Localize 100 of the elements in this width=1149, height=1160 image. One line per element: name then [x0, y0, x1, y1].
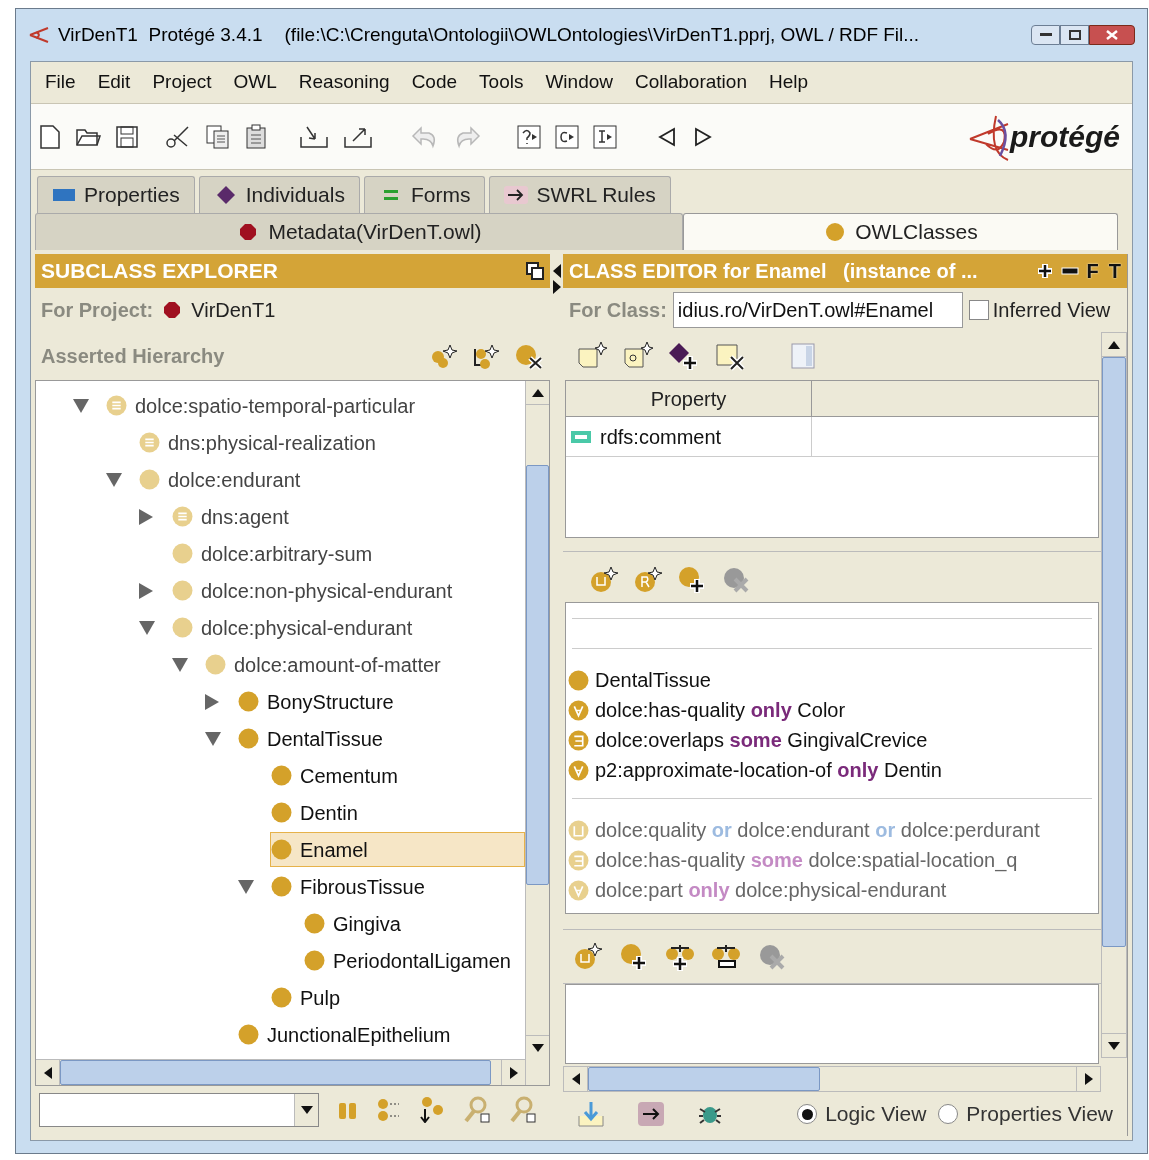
tree-item[interactable]: Dentin — [270, 795, 525, 830]
window-copy-icon[interactable] — [526, 262, 544, 280]
condition-expression[interactable]: dolce:overlaps some GingivalCrevice — [595, 725, 928, 755]
tree-item[interactable]: dolce:endurant — [138, 462, 525, 497]
menu-item[interactable]: OWL — [225, 68, 285, 97]
search-combo-box[interactable] — [39, 1093, 319, 1127]
add-union-icon[interactable] — [589, 566, 619, 594]
menu-item[interactable]: Project — [144, 68, 220, 97]
tree-item[interactable]: Enamel — [270, 832, 525, 867]
tree-item[interactable]: dns:agent — [171, 499, 525, 534]
add-individual-icon[interactable] — [669, 341, 699, 371]
key-icon[interactable] — [509, 1096, 537, 1124]
add-document-icon[interactable] — [623, 341, 653, 371]
tree-item[interactable]: Pulp — [270, 980, 525, 1015]
header-button[interactable]: T — [1108, 256, 1121, 286]
menu-item[interactable]: Collaboration — [627, 68, 755, 97]
tab[interactable]: Properties — [37, 176, 195, 213]
logo-text: protégé — [1010, 119, 1120, 155]
forward-arrow-icon[interactable] — [693, 126, 713, 147]
collapsed-triangle-icon[interactable] — [204, 692, 220, 711]
menu-item[interactable]: Window — [537, 68, 621, 97]
tab[interactable]: OWLClasses — [683, 213, 1118, 250]
tree-item[interactable]: PeriodontalLigamen — [303, 943, 525, 978]
tree-item[interactable]: DentalTissue — [237, 721, 525, 756]
tab[interactable]: Forms — [363, 176, 486, 213]
tree-item[interactable]: FibrousTissue — [270, 869, 525, 904]
add-union-icon[interactable] — [573, 941, 603, 972]
tree-item[interactable]: dolce:physical-endurant — [171, 610, 525, 645]
expanded-triangle-icon[interactable] — [138, 619, 156, 636]
download-tray-icon[interactable] — [577, 1100, 605, 1128]
plus-icon[interactable] — [1036, 263, 1053, 279]
tab[interactable]: Individuals — [198, 176, 360, 213]
save-icon[interactable] — [115, 124, 139, 149]
menu-item[interactable]: File — [37, 68, 84, 97]
scrollbar-thumb[interactable] — [588, 1067, 820, 1091]
condition-expression[interactable]: dolce:part only dolce:physical-endurant — [595, 875, 947, 905]
splitter-arrows-icon[interactable] — [552, 264, 561, 294]
panel-title: CLASS EDITOR for Enamel (instance of ... — [569, 259, 978, 284]
add-restriction-icon[interactable] — [633, 566, 663, 594]
instance-box-icon[interactable] — [593, 124, 617, 149]
key-icon[interactable] — [463, 1096, 491, 1124]
class-uri-field[interactable]: idius.ro/VirDenT.owl#Enamel — [672, 292, 963, 328]
menu-item[interactable]: Tools — [471, 68, 532, 97]
expanded-triangle-icon[interactable] — [171, 656, 189, 673]
add-note-icon[interactable] — [577, 341, 607, 371]
scrollbar-thumb[interactable] — [60, 1060, 491, 1085]
close-button[interactable] — [1089, 25, 1135, 45]
maximize-button[interactable] — [1060, 25, 1089, 45]
radio-button[interactable]: Logic View — [797, 1098, 927, 1130]
expanded-triangle-icon[interactable] — [204, 730, 222, 747]
copy-icon[interactable] — [205, 123, 231, 150]
scrollbar-thumb[interactable] — [1102, 357, 1126, 947]
condition-expression[interactable]: dolce:quality or dolce:endurant or dolce:perdurant — [595, 815, 1040, 845]
condition-expression[interactable]: p2:approximate-location-of only Dentin — [595, 755, 942, 785]
class-box-icon[interactable] — [555, 124, 579, 149]
scissors-icon[interactable] — [165, 123, 191, 150]
new-file-icon[interactable] — [39, 123, 61, 150]
delete-note-icon[interactable] — [715, 341, 745, 371]
radio-button[interactable]: Properties View — [938, 1098, 1113, 1130]
tree-item[interactable]: dns:physical-realization — [138, 425, 525, 460]
expanded-triangle-icon[interactable] — [72, 397, 90, 414]
delete-class-icon[interactable] — [514, 342, 544, 370]
menu-item[interactable]: Help — [760, 68, 817, 97]
add-sibling-icon[interactable] — [472, 343, 500, 369]
minimize-button[interactable] — [1031, 25, 1060, 45]
add-class-icon[interactable] — [677, 565, 707, 595]
tree-item[interactable]: dolce:spatio-temporal-particular — [105, 388, 525, 423]
menu-item[interactable]: Reasoning — [290, 68, 398, 97]
tree-item[interactable]: Cementum — [270, 758, 525, 793]
tree-item[interactable]: JunctionalEpithelium — [237, 1017, 525, 1052]
help-box-icon[interactable] — [517, 124, 541, 149]
scrollbar-thumb[interactable] — [526, 465, 549, 885]
tree-item[interactable]: dolce:amount-of-matter — [204, 647, 525, 682]
collapsed-triangle-icon[interactable] — [138, 581, 154, 600]
back-arrow-icon[interactable] — [657, 126, 677, 147]
header-button[interactable]: F — [1086, 256, 1099, 286]
tree-item[interactable]: BonyStructure — [237, 684, 525, 719]
expanded-triangle-icon[interactable] — [237, 878, 255, 895]
menu-item[interactable]: Edit — [89, 68, 139, 97]
checkbox[interactable] — [968, 300, 989, 320]
move-class-icon[interactable] — [419, 1097, 445, 1123]
add-class-icon[interactable] — [619, 941, 649, 972]
arrow-box-icon[interactable] — [637, 1101, 665, 1127]
condition-expression[interactable]: dolce:has-quality some dolce:spatial-location_q — [595, 845, 1018, 875]
collapsed-triangle-icon[interactable] — [138, 507, 154, 526]
tab[interactable]: SWRL Rules — [489, 176, 671, 213]
class-list-icon[interactable] — [377, 1098, 401, 1122]
add-subclass-icon[interactable] — [430, 343, 458, 369]
condition-expression[interactable]: dolce:has-quality only Color — [595, 695, 846, 725]
tree-item[interactable]: Gingiva — [303, 906, 525, 941]
tab[interactable]: Metadata(VirDenT.owl) — [35, 213, 683, 250]
tree-item[interactable]: dolce:arbitrary-sum — [171, 536, 525, 571]
horizontal-scrollbar[interactable] — [563, 1066, 1101, 1092]
menu-item[interactable]: Code — [403, 68, 466, 97]
import-icon[interactable] — [299, 124, 329, 149]
tree-item[interactable]: dolce:non-physical-endurant — [171, 573, 525, 608]
condition-expression[interactable]: DentalTissue — [595, 665, 711, 695]
paste-icon[interactable] — [245, 123, 269, 150]
expanded-triangle-icon[interactable] — [105, 471, 123, 488]
minus-icon[interactable] — [1060, 267, 1079, 275]
